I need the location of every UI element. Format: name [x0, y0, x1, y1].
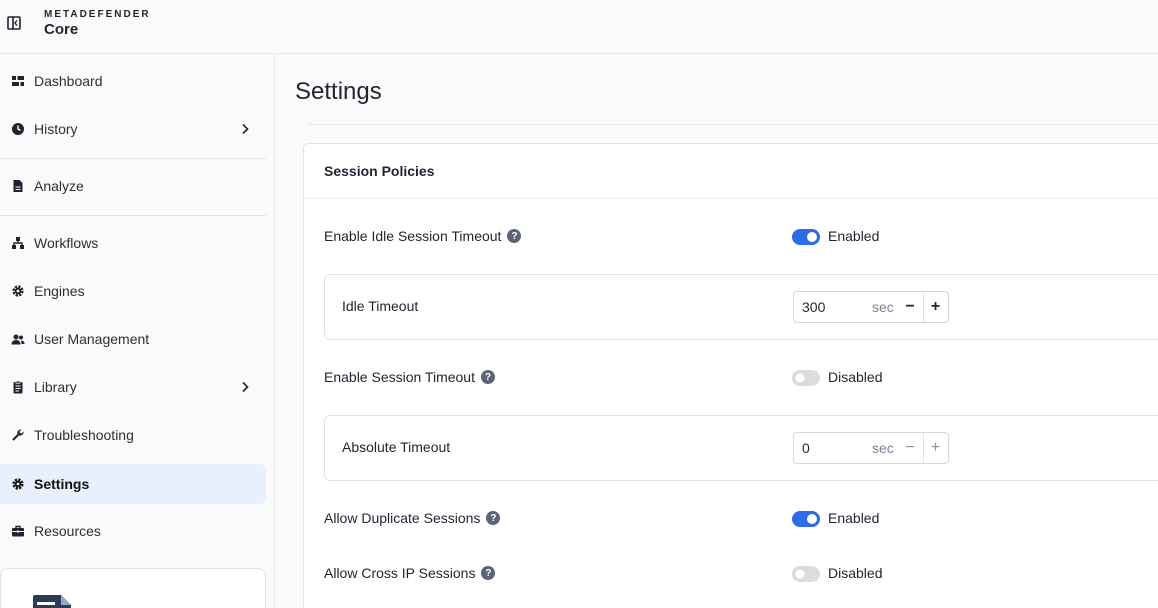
- help-icon[interactable]: ?: [480, 370, 495, 384]
- cross-ip-sessions-row: Allow Cross IP Sessions ?: [324, 565, 496, 581]
- sidebar-item-engines[interactable]: Engines: [0, 271, 266, 311]
- session-enable-label: Enable Session Timeout: [324, 369, 475, 385]
- idle-timeout-label: Idle Timeout: [342, 298, 419, 314]
- absolute-timeout-stepper: sec − +: [793, 432, 949, 464]
- sidebar-item-workflows[interactable]: Workflows: [0, 223, 266, 263]
- sidebar-item-label: Library: [34, 379, 77, 395]
- sidebar-item-label: Troubleshooting: [34, 427, 134, 443]
- sidebar-item-label: Settings: [34, 476, 90, 492]
- sidebar-item-resources[interactable]: Resources: [0, 511, 266, 551]
- duplicate-sessions-toggle[interactable]: [792, 511, 820, 527]
- absolute-timeout-unit: sec: [872, 440, 894, 456]
- session-enable-row: Enable Session Timeout ?: [324, 369, 495, 385]
- nav-divider: [0, 158, 266, 159]
- duplicate-sessions-row: Allow Duplicate Sessions ?: [324, 510, 501, 526]
- document-icon: [10, 178, 26, 194]
- clock-icon: [10, 121, 26, 137]
- sidebar-item-label: Engines: [34, 283, 85, 299]
- cross-ip-sessions-toggle[interactable]: [792, 566, 820, 582]
- sidebar-item-label: Resources: [34, 523, 101, 539]
- duplicate-sessions-label: Allow Duplicate Sessions: [324, 510, 481, 526]
- sidebar-item-settings[interactable]: Settings: [0, 464, 266, 504]
- sidebar-item-analyze[interactable]: Analyze: [0, 166, 266, 206]
- idle-timeout-stepper: sec − +: [793, 291, 949, 323]
- sidebar-item-label: Workflows: [34, 235, 99, 251]
- page-title: Settings: [295, 78, 382, 105]
- wrench-icon: [10, 427, 26, 443]
- idle-enable-toggle[interactable]: [792, 229, 820, 245]
- idle-timeout-unit: sec: [872, 299, 894, 315]
- sidebar-promo-card: [0, 568, 266, 608]
- card-header: Session Policies: [304, 144, 1158, 199]
- document-illustration-icon: [31, 593, 75, 608]
- sidebar-item-troubleshooting[interactable]: Troubleshooting: [0, 415, 266, 455]
- sidebar-item-label: Analyze: [34, 178, 84, 194]
- card-title: Session Policies: [324, 163, 435, 179]
- dashboard-icon: [10, 73, 26, 89]
- gear-icon: [10, 283, 26, 299]
- brand-product: Core: [44, 21, 79, 38]
- sidebar-item-label: User Management: [34, 331, 150, 347]
- users-icon: [10, 331, 26, 347]
- gear-icon: [10, 476, 26, 492]
- decrement-button[interactable]: −: [898, 292, 922, 322]
- idle-timeout-panel: Idle Timeout sec − +: [324, 274, 1158, 340]
- chevron-right-icon: [238, 380, 252, 394]
- idle-enable-row: Enable Idle Session Timeout ?: [324, 228, 522, 244]
- title-divider: [308, 124, 1158, 125]
- cross-ip-sessions-state: Disabled: [828, 565, 883, 581]
- decrement-button[interactable]: −: [898, 433, 922, 463]
- nav-divider: [0, 215, 266, 216]
- brand-name: METADEFENDER: [44, 9, 151, 20]
- workflow-icon: [10, 235, 26, 251]
- help-icon[interactable]: ?: [486, 511, 501, 525]
- sidebar-item-label: Dashboard: [34, 73, 103, 89]
- increment-button[interactable]: +: [923, 292, 947, 322]
- toolbox-icon: [10, 523, 26, 539]
- idle-timeout-input[interactable]: [802, 292, 862, 322]
- chevron-right-icon: [238, 122, 252, 136]
- top-bar: METADEFENDER Core: [0, 0, 1158, 54]
- session-enable-toggle[interactable]: [792, 370, 820, 386]
- sidebar-item-dashboard[interactable]: Dashboard: [0, 61, 266, 101]
- sidebar-item-library[interactable]: Library: [0, 367, 266, 407]
- session-policies-card: Session Policies Enable Idle Session Tim…: [303, 143, 1158, 608]
- sidebar-item-history[interactable]: History: [0, 109, 266, 149]
- increment-button[interactable]: +: [923, 433, 947, 463]
- sidebar: Dashboard History Analyze Workflows Engi…: [0, 54, 275, 608]
- sidebar-item-user-management[interactable]: User Management: [0, 319, 266, 359]
- session-enable-state: Disabled: [828, 369, 883, 385]
- cross-ip-sessions-label: Allow Cross IP Sessions: [324, 565, 476, 581]
- absolute-timeout-label: Absolute Timeout: [342, 439, 451, 455]
- absolute-timeout-panel: Absolute Timeout sec − +: [324, 415, 1158, 481]
- duplicate-sessions-state: Enabled: [828, 510, 880, 526]
- sidebar-collapse-icon[interactable]: [6, 15, 22, 31]
- idle-enable-label: Enable Idle Session Timeout: [324, 228, 502, 244]
- absolute-timeout-input[interactable]: [802, 433, 862, 463]
- idle-enable-state: Enabled: [828, 228, 880, 244]
- help-icon[interactable]: ?: [481, 566, 496, 580]
- sidebar-item-label: History: [34, 121, 78, 137]
- help-icon[interactable]: ?: [507, 229, 522, 243]
- clipboard-icon: [10, 379, 26, 395]
